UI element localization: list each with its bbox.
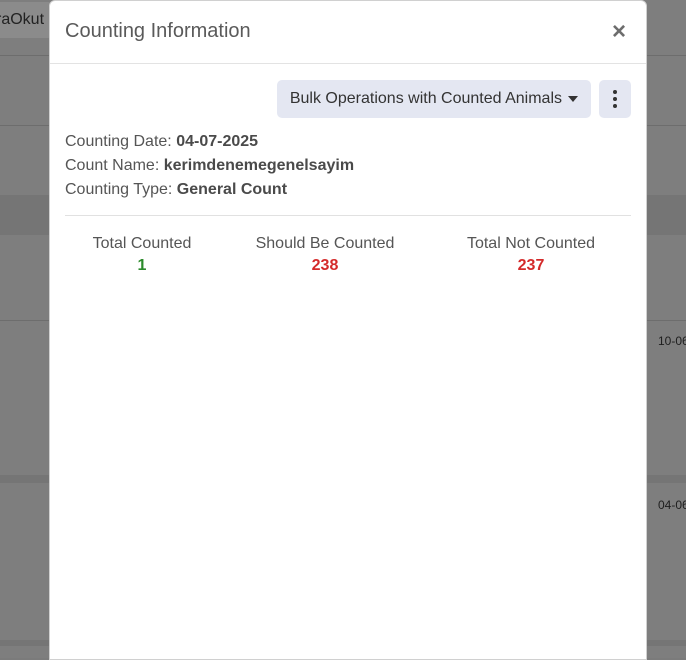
counting-date-row: Counting Date: 04-07-2025 [65, 130, 354, 154]
counting-type-value: General Count [176, 181, 288, 198]
stat-total-not-counted: Total Not Counted 237 [451, 235, 611, 275]
stat-label: Should Be Counted [255, 235, 395, 252]
counting-date-value: 04-07-2025 [176, 133, 259, 150]
count-name-value: kerimdenemegenelsayim [163, 157, 355, 174]
stat-total-counted: Total Counted 1 [77, 235, 207, 275]
counting-date-label: Counting Date: [65, 133, 172, 150]
stat-should-be-counted: Should Be Counted 238 [245, 235, 405, 275]
section-divider [65, 215, 631, 216]
bulk-operations-label: Bulk Operations with Counted Animals [289, 90, 562, 107]
background-date: 10-06 [658, 334, 686, 348]
modal-toolbar: Bulk Operations with Counted Animals [276, 80, 631, 118]
counting-information-modal: Counting Information × Bulk Operations w… [49, 0, 647, 660]
counting-details: Counting Date: 04-07-2025 Count Name: ke… [65, 130, 354, 202]
stat-value: 1 [137, 257, 147, 274]
stat-label: Total Not Counted [466, 235, 596, 252]
background-top-button: raOkut [0, 2, 52, 38]
close-icon[interactable]: × [608, 19, 630, 45]
bulk-operations-button[interactable]: Bulk Operations with Counted Animals [276, 80, 591, 118]
more-vertical-icon [613, 97, 617, 101]
stat-value: 238 [311, 257, 339, 274]
more-options-button[interactable] [599, 80, 631, 118]
stat-label: Total Counted [92, 235, 192, 252]
counting-type-label: Counting Type: [65, 181, 173, 198]
modal-title: Counting Information [65, 20, 251, 42]
count-name-label: Count Name: [65, 157, 160, 174]
caret-down-icon [568, 96, 578, 102]
more-vertical-icon [613, 90, 617, 94]
background-date: 04-06 [658, 498, 686, 512]
more-vertical-icon [613, 104, 617, 108]
count-name-row: Count Name: kerimdenemegenelsayim [65, 154, 354, 178]
stat-value: 237 [517, 257, 545, 274]
modal-header: Counting Information × [50, 1, 646, 64]
counting-type-row: Counting Type: General Count [65, 178, 354, 202]
